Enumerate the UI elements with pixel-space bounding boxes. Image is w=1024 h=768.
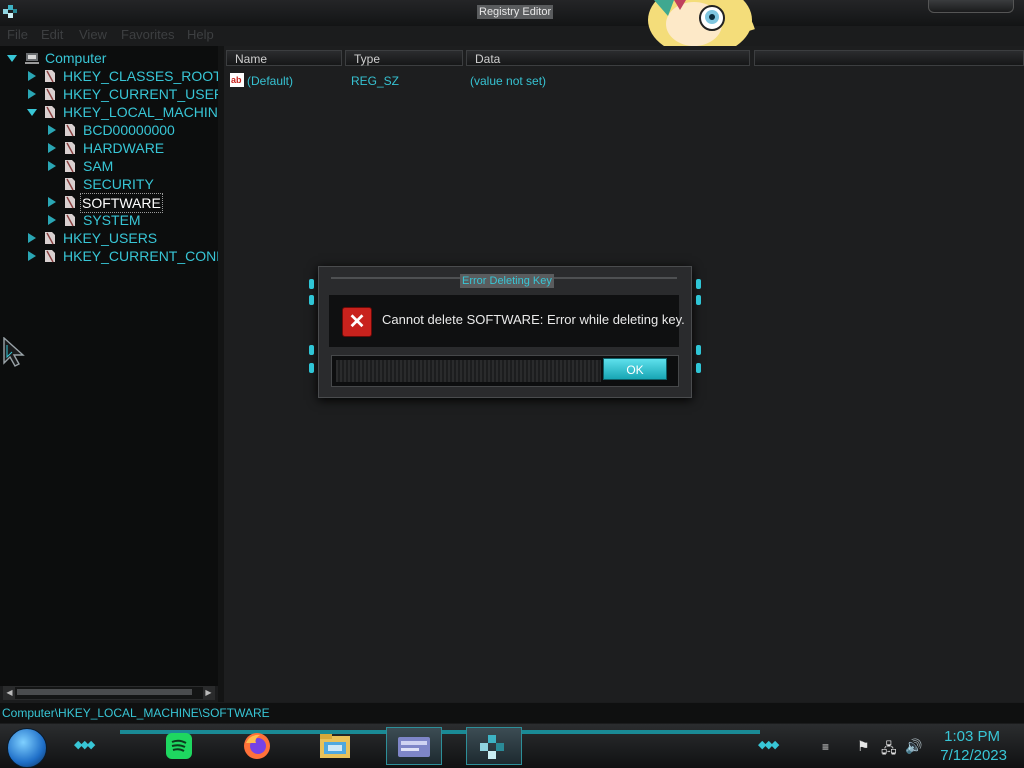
svg-text:ab: ab xyxy=(231,75,242,85)
taskbar-app-registry-editor[interactable] xyxy=(466,727,522,765)
mouse-cursor-icon xyxy=(3,337,25,367)
dialog-title: Error Deleting Key xyxy=(460,274,554,288)
collapsed-arrow-icon[interactable] xyxy=(46,214,58,226)
taskbar-chevron-icon: ◆◆◆ xyxy=(758,739,779,751)
volume-icon[interactable]: 🔊 xyxy=(905,738,922,755)
expanded-arrow-icon[interactable] xyxy=(6,52,18,64)
folder-icon xyxy=(65,196,75,209)
value-data: (value not set) xyxy=(470,74,547,88)
scroll-left-icon[interactable]: ◀ xyxy=(4,687,15,699)
folder-icon xyxy=(65,178,75,191)
taskbar-app-firefox[interactable] xyxy=(230,727,286,765)
tree-label: HARDWARE xyxy=(83,140,165,156)
taskbar-chevron-icon: ◆◆◆ xyxy=(74,739,95,751)
collapsed-arrow-icon[interactable] xyxy=(26,88,38,100)
registry-editor-icon xyxy=(3,5,17,18)
dialog-led xyxy=(696,279,701,289)
menu-favorites[interactable]: Favorites xyxy=(121,27,174,42)
tree-label: SOFTWARE xyxy=(80,193,163,213)
dialog-led xyxy=(696,363,701,373)
status-path: Computer\HKEY_LOCAL_MACHINE\SOFTWARE xyxy=(2,706,270,720)
ok-button[interactable]: OK xyxy=(603,358,667,380)
folder-icon xyxy=(65,160,75,173)
collapsed-arrow-icon[interactable] xyxy=(26,70,38,82)
dialog-led xyxy=(309,295,314,305)
dialog-content: ✕ Cannot delete SOFTWARE: Error while de… xyxy=(329,295,685,347)
scroll-thumb[interactable] xyxy=(17,689,192,695)
collapsed-arrow-icon[interactable] xyxy=(46,160,58,172)
network-icon[interactable]: 🖧 xyxy=(881,738,897,762)
folder-icon xyxy=(45,232,55,245)
dialog-led xyxy=(309,279,314,289)
folder-icon xyxy=(65,214,75,227)
collapsed-arrow-icon[interactable] xyxy=(26,232,38,244)
clock-date[interactable]: 7/12/2023 xyxy=(940,747,1007,764)
taskbar-app-spotify[interactable] xyxy=(151,727,207,765)
tree-label: HKEY_LOCAL_MACHINE xyxy=(63,104,228,120)
column-header-type[interactable]: Type xyxy=(345,50,463,66)
window-controls[interactable] xyxy=(928,0,1014,13)
tree-label: HKEY_CURRENT_USER xyxy=(63,86,225,102)
column-header-data[interactable]: Data xyxy=(466,50,750,66)
tree-horizontal-scrollbar[interactable]: ◀ ▶ xyxy=(3,686,215,700)
menu-file[interactable]: File xyxy=(7,27,28,42)
window-title: Registry Editor xyxy=(477,5,554,19)
folder-icon xyxy=(65,142,75,155)
start-button[interactable] xyxy=(7,728,47,768)
error-icon: ✕ xyxy=(342,307,372,337)
button-bar-texture xyxy=(336,360,601,382)
string-value-icon: ab xyxy=(230,73,244,87)
clock-time[interactable]: 1:03 PM xyxy=(944,728,1000,745)
tree-label: SYSTEM xyxy=(83,212,141,228)
tree-label: HKEY_CURRENT_CONFI xyxy=(63,248,229,264)
spotify-icon xyxy=(166,733,192,759)
folder-icon xyxy=(65,124,75,137)
tree-label: BCD00000000 xyxy=(83,122,175,138)
control-panel-icon xyxy=(398,737,430,757)
tree-label: SECURITY xyxy=(83,176,154,192)
value-type: REG_SZ xyxy=(351,74,400,88)
expanded-arrow-icon[interactable] xyxy=(26,106,38,118)
menu-bar: File Edit View Favorites Help xyxy=(0,26,1024,44)
dialog-led xyxy=(309,345,314,355)
file-explorer-icon xyxy=(320,734,350,758)
show-hidden-icons-icon[interactable]: ≡ xyxy=(822,740,829,754)
registry-editor-icon xyxy=(480,735,504,759)
taskbar-app-file-explorer[interactable] xyxy=(308,727,364,765)
dialog-led xyxy=(696,295,701,305)
collapsed-arrow-icon[interactable] xyxy=(26,250,38,262)
collapsed-arrow-icon[interactable] xyxy=(46,142,58,154)
firefox-icon xyxy=(244,733,270,759)
error-dialog: Error Deleting Key ✕ Cannot delete SOFTW… xyxy=(309,266,701,398)
tree-label: SAM xyxy=(83,158,114,174)
dialog-led xyxy=(696,345,701,355)
collapsed-arrow-icon[interactable] xyxy=(46,124,58,136)
menu-view[interactable]: View xyxy=(79,27,107,42)
dialog-led xyxy=(309,363,314,373)
tree-label: HKEY_CLASSES_ROOT xyxy=(63,68,222,84)
folder-icon xyxy=(45,88,55,101)
key-tree-pane[interactable]: Computer HKEY_CLASSES_ROOT HKEY_CURRENT_… xyxy=(0,46,229,686)
column-header-name[interactable]: Name xyxy=(226,50,342,66)
folder-icon xyxy=(45,106,55,119)
column-header-empty[interactable] xyxy=(754,50,1024,66)
title-bar: Registry Editor xyxy=(0,0,1024,26)
computer-icon xyxy=(25,53,39,64)
folder-icon xyxy=(45,70,55,83)
menu-help[interactable]: Help xyxy=(187,27,214,42)
collapsed-arrow-icon[interactable] xyxy=(46,196,58,208)
scroll-right-icon[interactable]: ▶ xyxy=(203,687,214,699)
menu-edit[interactable]: Edit xyxy=(41,27,63,42)
folder-icon xyxy=(45,250,55,263)
tree-label: HKEY_USERS xyxy=(63,230,158,246)
error-message: Cannot delete SOFTWARE: Error while dele… xyxy=(382,312,685,327)
taskbar-app-control-panel[interactable] xyxy=(386,727,442,765)
action-center-flag-icon[interactable]: ⚑ xyxy=(857,738,870,755)
tree-label: Computer xyxy=(45,50,107,66)
taskbar: ◆◆◆ ◆◆◆ ≡ ⚑ 🖧 🔊 1:03 PM 7/12/2023 xyxy=(0,724,1024,768)
status-bar: Computer\HKEY_LOCAL_MACHINE\SOFTWARE xyxy=(0,703,1024,723)
value-name: (Default) xyxy=(247,74,294,88)
